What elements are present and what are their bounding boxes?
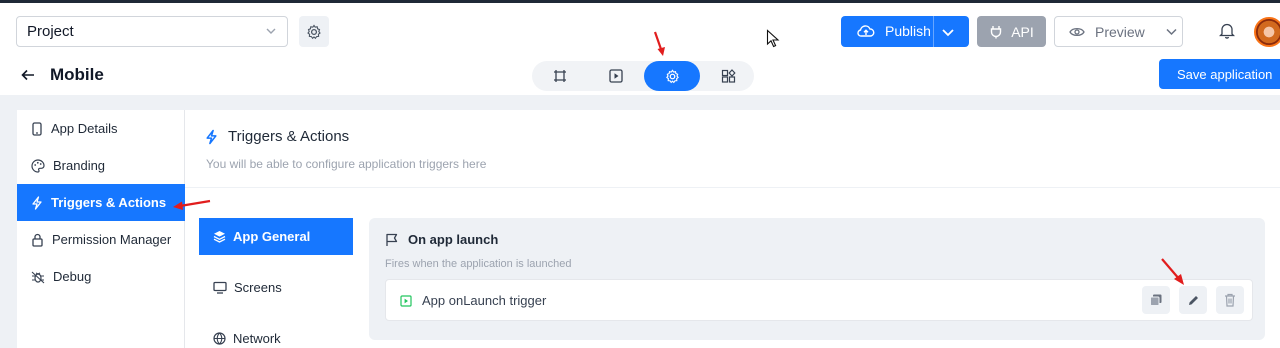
trigger-title: On app launch bbox=[385, 232, 498, 247]
settings-mode-button[interactable] bbox=[644, 61, 700, 91]
palette-icon bbox=[31, 158, 45, 173]
api-button[interactable]: API bbox=[977, 16, 1046, 47]
trigger-row-label: App onLaunch trigger bbox=[400, 293, 546, 308]
copy-icon bbox=[1150, 294, 1162, 306]
bug-icon bbox=[31, 271, 45, 283]
project-select-value: Project bbox=[27, 23, 74, 40]
sidebar-item-app-details[interactable]: App Details bbox=[17, 110, 185, 147]
preview-mode-button[interactable] bbox=[588, 61, 644, 91]
lock-icon bbox=[32, 233, 43, 247]
project-settings-button[interactable] bbox=[299, 16, 329, 47]
settings-sidebar: App Details Branding Triggers & Actions … bbox=[17, 110, 185, 348]
top-bar: Project Publish API Preview bbox=[0, 0, 1280, 56]
preview-button[interactable]: Preview bbox=[1054, 16, 1183, 47]
save-application-button[interactable]: Save application bbox=[1159, 59, 1280, 89]
annotation-arrow-triggers bbox=[173, 199, 211, 210]
editor-subbar: Mobile Save application bbox=[0, 56, 1280, 96]
monitor-icon bbox=[213, 281, 227, 294]
section-title: Triggers & Actions bbox=[205, 128, 349, 145]
trash-icon bbox=[1225, 293, 1235, 307]
phone-icon bbox=[32, 121, 42, 136]
annotation-arrow-settings bbox=[653, 31, 665, 56]
design-mode-button[interactable] bbox=[532, 61, 588, 91]
chevron-down-icon bbox=[1166, 28, 1177, 36]
gear-icon bbox=[665, 68, 679, 83]
tab-label: Screens bbox=[234, 280, 282, 295]
sidebar-item-debug[interactable]: Debug bbox=[17, 258, 185, 295]
frame-icon bbox=[554, 70, 566, 82]
publish-button[interactable]: Publish bbox=[841, 16, 969, 47]
delete-button[interactable] bbox=[1216, 286, 1244, 314]
api-label: API bbox=[1011, 23, 1034, 40]
flag-icon bbox=[386, 233, 398, 246]
back-arrow-icon[interactable] bbox=[20, 67, 36, 83]
triggers-panel: Triggers & Actions You will be able to c… bbox=[185, 110, 1280, 348]
tab-network[interactable]: Network bbox=[199, 320, 353, 348]
cloud-upload-icon bbox=[857, 25, 875, 37]
eye-icon bbox=[1069, 27, 1085, 36]
tab-screens[interactable]: Screens bbox=[199, 269, 353, 306]
plug-icon bbox=[991, 25, 1002, 38]
section-header: Triggers & Actions You will be able to c… bbox=[185, 110, 1280, 188]
play-square-icon bbox=[400, 294, 412, 307]
tab-label: Network bbox=[233, 331, 281, 346]
user-avatar[interactable] bbox=[1254, 17, 1280, 47]
preview-label: Preview bbox=[1095, 23, 1145, 40]
lightning-icon bbox=[32, 195, 42, 210]
bell-icon[interactable] bbox=[1219, 22, 1235, 39]
project-select[interactable]: Project bbox=[16, 16, 288, 47]
trigger-category-tabs: App General Screens Network bbox=[199, 218, 353, 348]
page-title: Mobile bbox=[50, 65, 104, 84]
trigger-description: Fires when the application is launched bbox=[385, 258, 572, 270]
edit-button[interactable] bbox=[1179, 286, 1207, 314]
sidebar-item-label: Debug bbox=[53, 269, 92, 284]
sidebar-item-label: Branding bbox=[53, 158, 106, 173]
sidebar-item-triggers-actions[interactable]: Triggers & Actions bbox=[17, 184, 185, 221]
mouse-cursor-icon bbox=[766, 29, 780, 48]
section-subtitle: You will be able to configure applicatio… bbox=[206, 157, 487, 171]
sidebar-item-permission-manager[interactable]: Permission Manager bbox=[17, 221, 185, 258]
tab-label: App General bbox=[233, 229, 311, 244]
chevron-down-icon bbox=[266, 28, 276, 34]
layers-icon bbox=[213, 231, 226, 243]
chevron-down-icon[interactable] bbox=[941, 25, 955, 39]
components-icon bbox=[721, 68, 736, 83]
mode-switcher bbox=[532, 61, 754, 91]
duplicate-button[interactable] bbox=[1142, 286, 1170, 314]
pencil-icon bbox=[1188, 295, 1198, 305]
trigger-row[interactable]: App onLaunch trigger bbox=[385, 279, 1253, 321]
sidebar-item-label: App Details bbox=[51, 121, 118, 136]
annotation-arrow-edit bbox=[1161, 258, 1184, 285]
publish-divider bbox=[933, 16, 934, 47]
play-square-icon bbox=[609, 69, 623, 83]
publish-label: Publish bbox=[885, 23, 931, 39]
trigger-title-text: On app launch bbox=[408, 232, 499, 247]
sidebar-item-label: Permission Manager bbox=[52, 232, 172, 247]
sidebar-item-branding[interactable]: Branding bbox=[17, 147, 185, 184]
components-mode-button[interactable] bbox=[700, 61, 756, 91]
sidebar-item-label: Triggers & Actions bbox=[51, 195, 167, 210]
globe-icon bbox=[213, 332, 226, 345]
tab-app-general[interactable]: App General bbox=[199, 218, 353, 255]
gear-icon bbox=[307, 24, 321, 39]
trigger-row-text: App onLaunch trigger bbox=[422, 293, 547, 308]
trigger-card: On app launch Fires when the application… bbox=[369, 218, 1265, 340]
section-title-text: Triggers & Actions bbox=[228, 128, 350, 145]
lightning-icon bbox=[206, 129, 217, 144]
